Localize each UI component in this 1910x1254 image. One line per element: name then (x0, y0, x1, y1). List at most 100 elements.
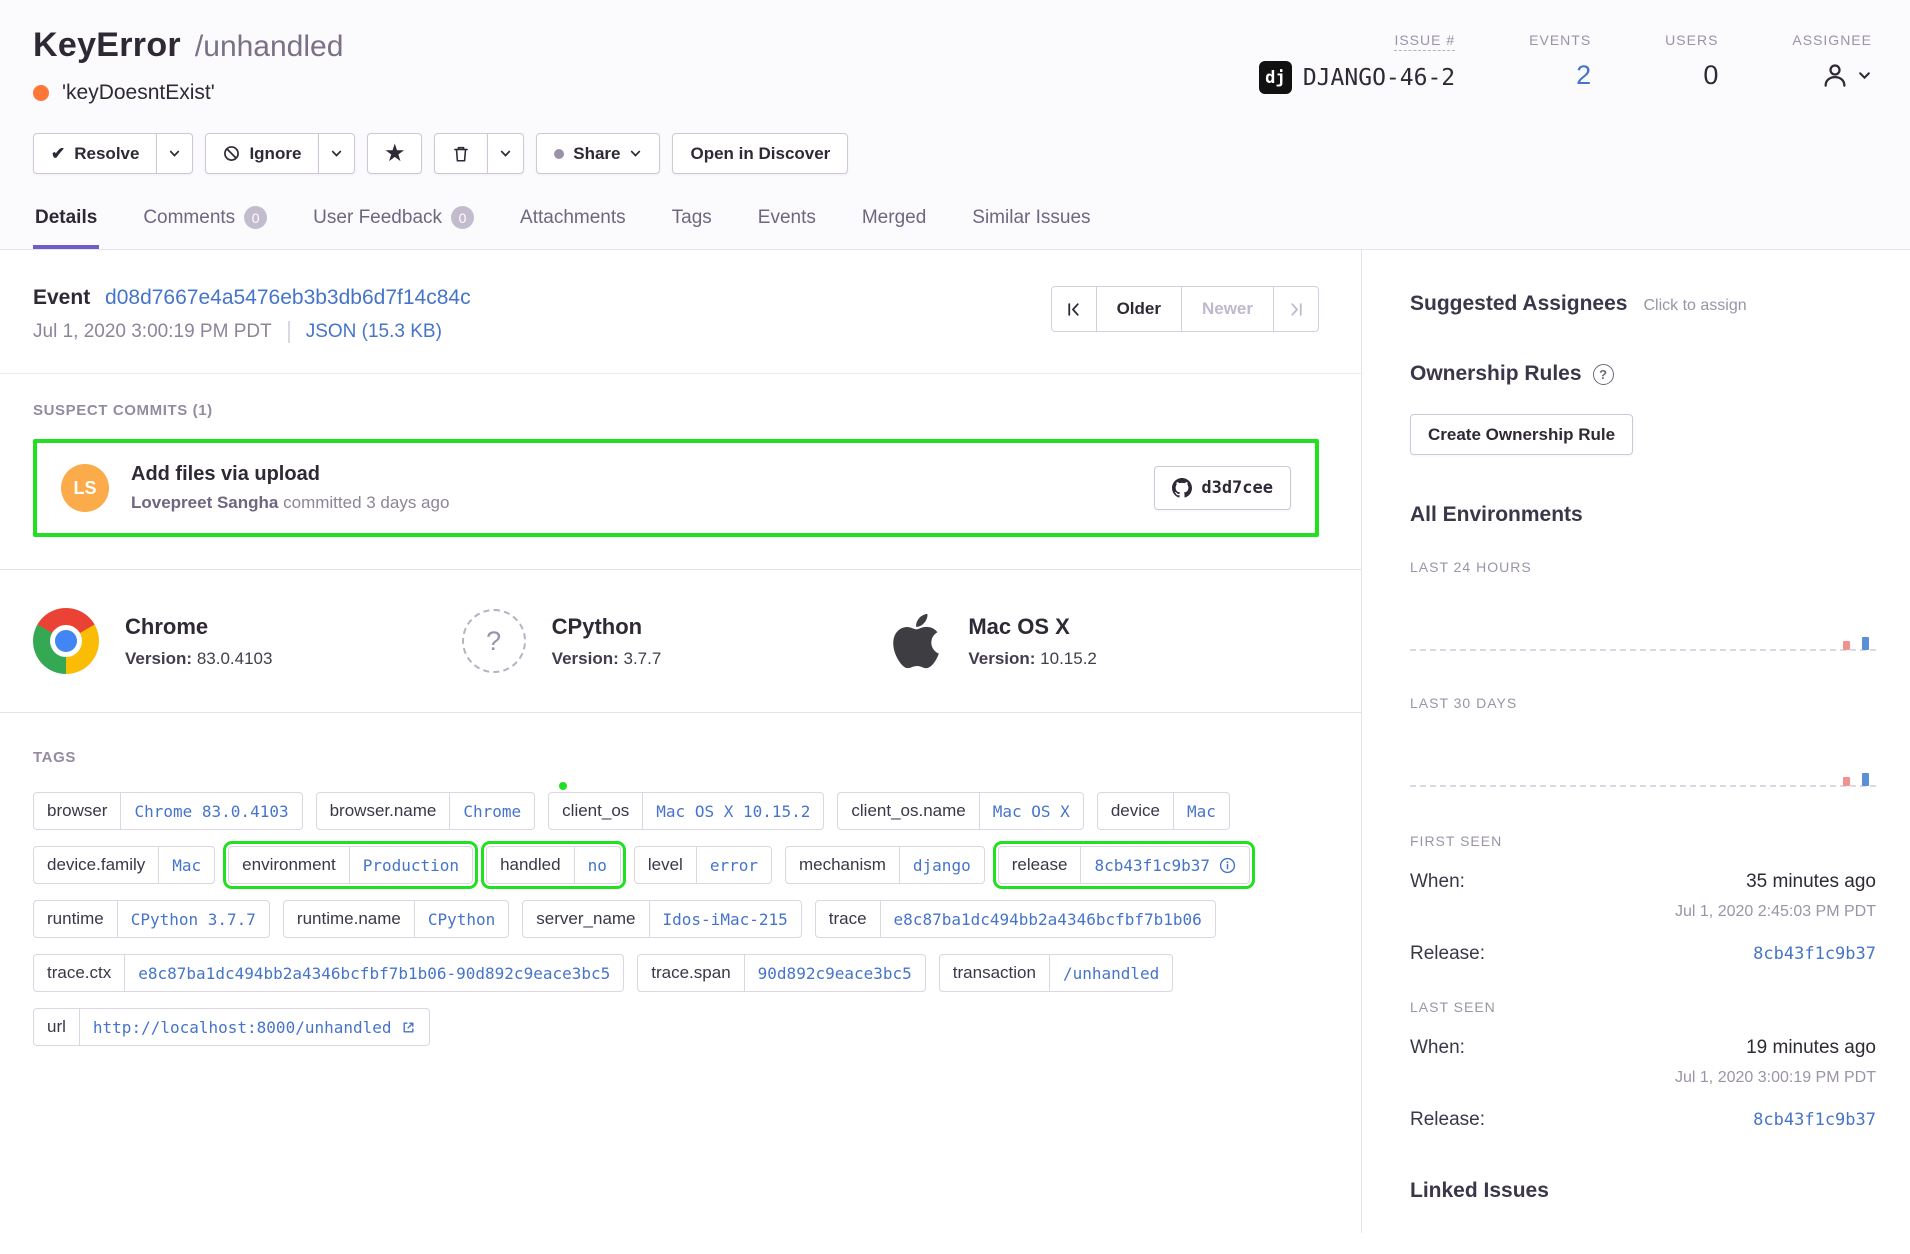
event-pagination: Older Newer (1051, 286, 1319, 332)
last-30-days-label: LAST 30 DAYS (1410, 695, 1876, 711)
delete-button[interactable] (434, 133, 488, 174)
issue-actions: ✔ Resolve Ignore (33, 133, 1872, 174)
tag-key: environment (229, 847, 349, 883)
tag-trace-span[interactable]: trace.span 90d892c9eace3bc5 (637, 954, 926, 992)
tab-attachments[interactable]: Attachments (518, 204, 628, 249)
tab-attachments-label: Attachments (520, 207, 626, 229)
older-event-button[interactable]: Older (1096, 286, 1182, 332)
tag-environment[interactable]: environment Production (228, 846, 473, 884)
issue-header: KeyError /unhandled 'keyDoesntExist' ISS… (0, 0, 1910, 250)
commit-relative-time: committed 3 days ago (283, 493, 449, 512)
chevron-down-icon (499, 147, 512, 160)
issue-title: KeyError (33, 26, 181, 65)
ownership-rules-title: Ownership Rules (1410, 362, 1582, 386)
open-in-discover-button[interactable]: Open in Discover (672, 133, 848, 174)
commit-info: Add files via upload Lovepreet Sangha co… (131, 463, 449, 513)
resolve-button-group: ✔ Resolve (33, 133, 193, 174)
tag-key: device (1098, 793, 1173, 829)
help-icon[interactable]: ? (1593, 364, 1614, 385)
when-label: When: (1410, 1037, 1465, 1059)
first-seen-release-link[interactable]: 8cb43f1c9b37 (1753, 944, 1876, 964)
issue-body: Event d08d7667e4a5476eb3b3db6d7f14c84c J… (0, 250, 1910, 1233)
tag-mechanism[interactable]: mechanism django (785, 846, 985, 884)
tag-client-os[interactable]: client_os Mac OS X 10.15.2 (548, 792, 824, 830)
tag-value: 90d892c9eace3bc5 (744, 955, 925, 991)
share-label: Share (573, 144, 620, 164)
tags-heading: TAGS (33, 749, 1319, 766)
apple-icon (890, 610, 942, 672)
assignee-dropdown[interactable] (1792, 60, 1872, 90)
chrome-icon (33, 608, 99, 674)
tag-key: device.family (34, 847, 158, 883)
tag-url[interactable]: url http://localhost:8000/unhandled (33, 1008, 430, 1046)
oldest-event-button[interactable] (1051, 286, 1097, 332)
issue-sidebar: Suggested Assignees Click to assign Owne… (1362, 250, 1910, 1233)
tag-transaction[interactable]: transaction /unhandled (939, 954, 1174, 992)
tag-browser-name[interactable]: browser.name Chrome (316, 792, 536, 830)
tag-key: client_os (549, 793, 642, 829)
tab-events[interactable]: Events (756, 204, 818, 249)
tag-device-family[interactable]: device.family Mac (33, 846, 215, 884)
info-icon[interactable] (1219, 857, 1236, 874)
delete-dropdown-button[interactable] (487, 133, 524, 174)
tab-details[interactable]: Details (33, 204, 99, 249)
tag-value: /unhandled (1049, 955, 1172, 991)
annotation-dot (559, 782, 567, 790)
tag-handled[interactable]: handled no (486, 846, 621, 884)
ignore-dropdown-button[interactable] (318, 133, 355, 174)
users-label: USERS (1665, 32, 1718, 48)
stat-assignee: ASSIGNEE (1792, 32, 1872, 105)
commit-sha-button[interactable]: d3d7cee (1154, 466, 1291, 510)
share-button[interactable]: Share (536, 133, 660, 174)
share-status-dot-icon (554, 149, 564, 159)
tag-client-os-name[interactable]: client_os.name Mac OS X (837, 792, 1083, 830)
tag-value: CPython (414, 901, 508, 937)
issue-short-id[interactable]: DJANGO-46-2 (1303, 65, 1455, 91)
event-id-link[interactable]: d08d7667e4a5476eb3b3db6d7f14c84c (105, 286, 471, 309)
tag-key: client_os.name (838, 793, 978, 829)
external-link-icon[interactable] (401, 1020, 416, 1035)
tag-key: transaction (940, 955, 1049, 991)
tab-comments-label: Comments (143, 207, 235, 229)
tag-level[interactable]: level error (634, 846, 772, 884)
tag-value: Mac OS X (979, 793, 1083, 829)
environments-title: All Environments (1410, 503, 1876, 527)
last-seen-heading: LAST SEEN (1410, 999, 1876, 1015)
event-detail-main: Event d08d7667e4a5476eb3b3db6d7f14c84c J… (0, 250, 1362, 1233)
tab-user-feedback[interactable]: User Feedback0 (311, 204, 476, 249)
suggested-assignees: Suggested Assignees Click to assign (1410, 292, 1876, 316)
bookmark-button[interactable]: ★ (367, 133, 422, 174)
tag-value: error (696, 847, 771, 883)
event-json-link[interactable]: JSON (15.3 KB) (288, 321, 442, 343)
tab-comments[interactable]: Comments0 (141, 204, 269, 249)
event-timestamp: Jul 1, 2020 3:00:19 PM PDT (33, 321, 272, 343)
tag-value: 8cb43f1c9b37 (1094, 856, 1210, 875)
runtime-version: 3.7.7 (624, 649, 662, 668)
tag-value: Mac (1173, 793, 1229, 829)
issue-message: 'keyDoesntExist' (62, 81, 215, 105)
event-meta-block: Event d08d7667e4a5476eb3b3db6d7f14c84c J… (33, 286, 471, 343)
tag-runtime[interactable]: runtime CPython 3.7.7 (33, 900, 270, 938)
resolve-button[interactable]: ✔ Resolve (33, 133, 157, 174)
tag-browser[interactable]: browser Chrome 83.0.4103 (33, 792, 303, 830)
tab-similar-issues[interactable]: Similar Issues (970, 204, 1092, 249)
chevron-down-icon (1857, 68, 1872, 83)
tag-server-name[interactable]: server_name Idos-iMac-215 (522, 900, 801, 938)
tab-tags[interactable]: Tags (670, 204, 714, 249)
resolve-dropdown-button[interactable] (156, 133, 193, 174)
chevron-down-icon (629, 147, 642, 160)
tag-runtime-name[interactable]: runtime.name CPython (283, 900, 509, 938)
last-seen-release-link[interactable]: 8cb43f1c9b37 (1753, 1110, 1876, 1130)
ignore-button[interactable]: Ignore (205, 133, 319, 174)
tab-merged[interactable]: Merged (860, 204, 928, 249)
person-icon (1820, 60, 1850, 90)
tag-device[interactable]: device Mac (1097, 792, 1230, 830)
events-count[interactable]: 2 (1529, 60, 1591, 91)
create-ownership-rule-button[interactable]: Create Ownership Rule (1410, 414, 1633, 455)
event-contexts-section: Chrome Version: 83.0.4103 ? CPython Vers… (0, 570, 1361, 713)
tag-release[interactable]: release 8cb43f1c9b37 (998, 846, 1250, 884)
events-sparkline-30d (1410, 711, 1876, 799)
tag-trace[interactable]: trace e8c87ba1dc494bb2a4346bcfbf7b1b06 (815, 900, 1216, 938)
tag-trace-ctx[interactable]: trace.ctx e8c87ba1dc494bb2a4346bcfbf7b1b… (33, 954, 624, 992)
issue-stats: ISSUE # dj DJANGO-46-2 EVENTS 2 USERS 0 … (1259, 26, 1872, 105)
